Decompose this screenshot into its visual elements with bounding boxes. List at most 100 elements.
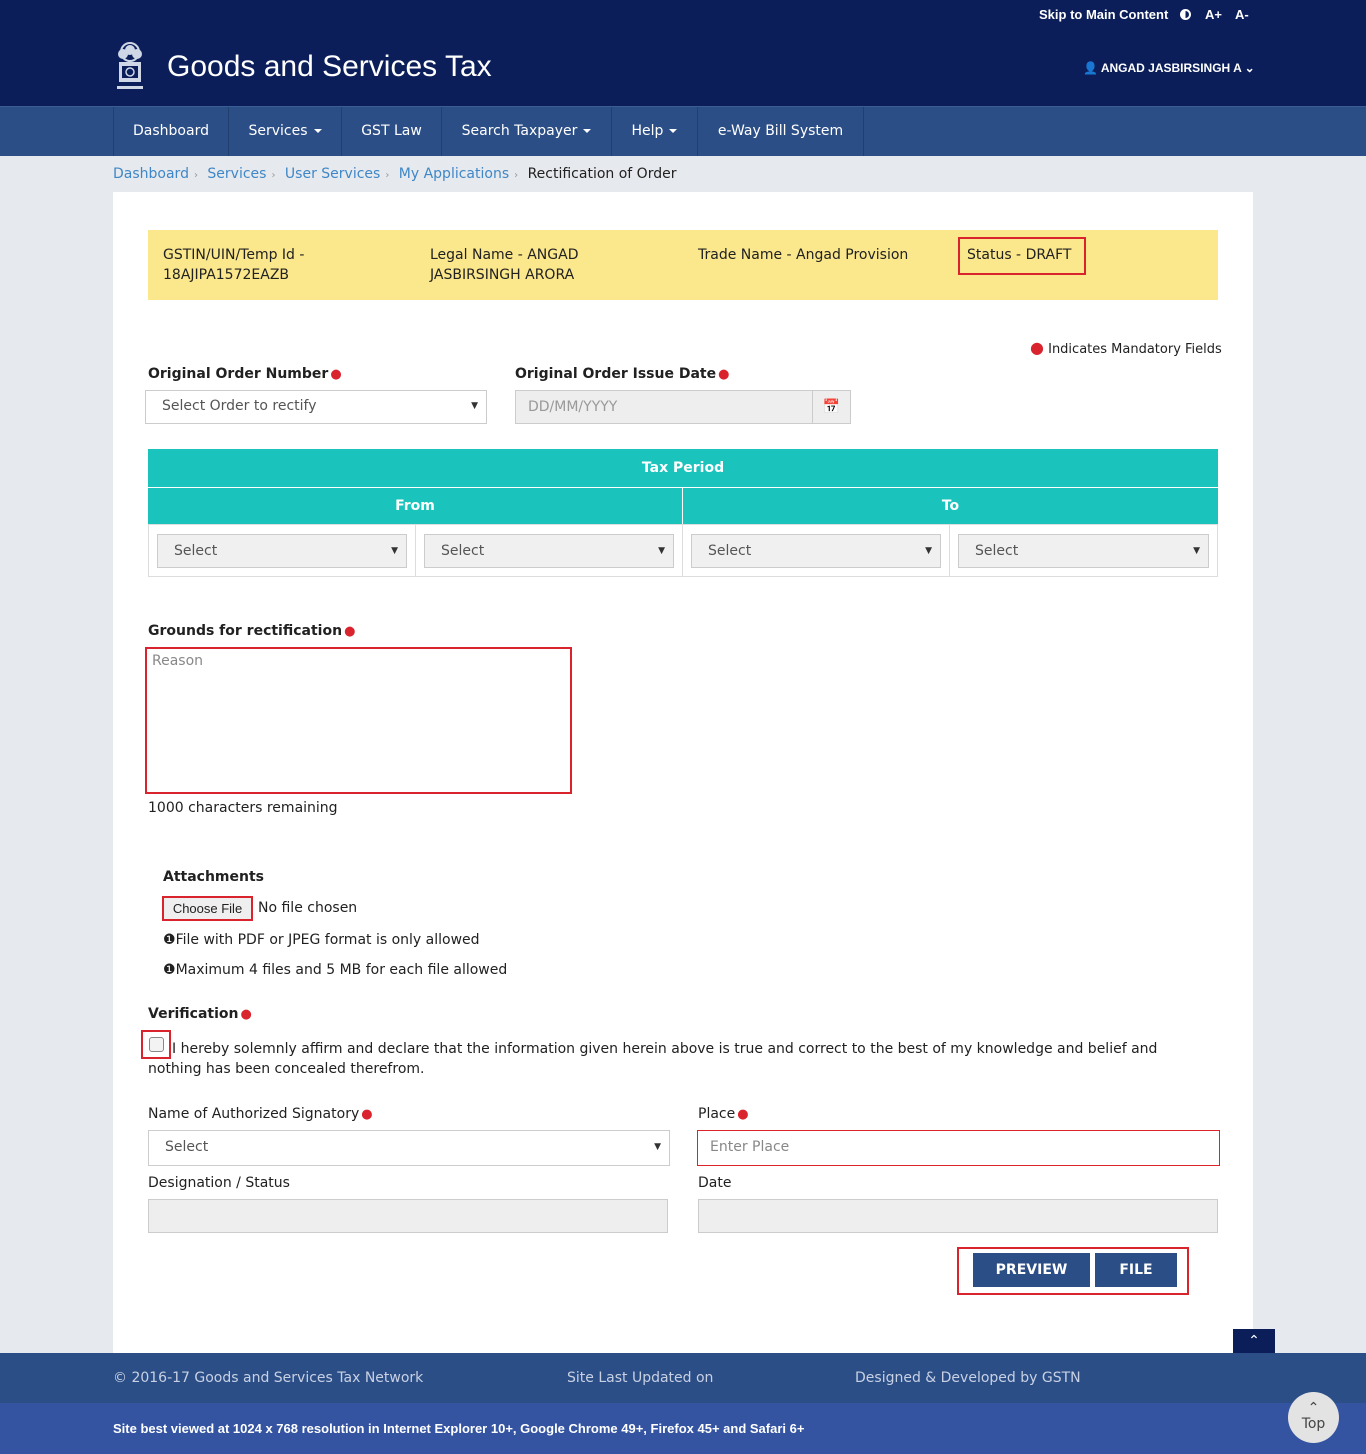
nav-dashboard[interactable]: Dashboard [113,107,229,156]
required-star-icon: ● [240,1007,252,1022]
info-icon: ❶ [163,962,176,978]
font-increase-button[interactable]: A+ [1205,7,1222,22]
tax-period-header: Tax Period [148,449,1218,487]
legal-name-label: Legal Name - ANGAD [430,247,579,263]
breadcrumb-separator-icon: › [193,170,198,181]
select-value: Select [441,543,485,559]
nav-eway-bill[interactable]: e-Way Bill System [698,107,864,156]
verification-label-text: Verification [148,1006,239,1022]
select-arrow-icon: ▼ [654,1142,661,1152]
mandatory-note: ● Indicates Mandatory Fields [1030,338,1222,357]
legal-name-value: JASBIRSINGH ARORA [430,267,575,283]
nav-label: Dashboard [133,123,209,139]
breadcrumb-separator-icon: › [271,170,276,181]
nav-label: Search Taxpayer [461,123,578,139]
footer-best-viewed: Site best viewed at 1024 x 768 resolutio… [113,1421,805,1436]
attachment-note-format-text: File with PDF or JPEG format is only all… [175,932,480,948]
select-value: Select [708,543,752,559]
font-decrease-button[interactable]: A- [1235,7,1249,22]
required-star-icon: ● [330,367,342,382]
select-arrow-icon: ▼ [925,546,932,556]
select-arrow-icon: ▼ [471,401,478,411]
tax-period-from: From [148,488,682,524]
place-label-text: Place [698,1106,736,1122]
date-label: Date [698,1175,732,1191]
preview-button[interactable]: PREVIEW [973,1253,1090,1287]
signatory-name-label-text: Name of Authorized Signatory [148,1106,360,1122]
nav-gst-law[interactable]: GST Law [342,107,442,156]
nav-label: Help [631,123,664,139]
attachment-note-size: ❶Maximum 4 files and 5 MB for each file … [163,962,507,978]
designation-label: Designation / Status [148,1175,290,1191]
nav-label: Services [248,123,308,139]
attachment-note-format: ❶File with PDF or JPEG format is only al… [163,932,480,948]
breadcrumb-my-applications[interactable]: My Applications [399,166,509,182]
nav-services[interactable]: Services [229,107,342,156]
select-arrow-icon: ▼ [658,546,665,556]
select-arrow-icon: ▼ [391,546,398,556]
main-nav: Dashboard Services GST Law Search Taxpay… [0,106,1366,156]
nav-search-taxpayer[interactable]: Search Taxpayer [442,107,612,156]
site-title[interactable]: Goods and Services Tax [167,50,492,84]
signatory-name-value: Select [165,1139,209,1155]
verification-text-line1: I hereby solemnly affirm and declare tha… [172,1041,1158,1057]
user-icon: 👤 [1083,61,1098,75]
back-to-top-button[interactable]: ⌃ Top [1288,1392,1339,1443]
verification-checkbox[interactable] [149,1037,164,1052]
file-button[interactable]: FILE [1095,1253,1177,1287]
national-emblem-icon[interactable] [113,40,147,96]
required-star-icon: ● [344,624,356,639]
chevron-down-icon: ⌄ [1244,61,1255,75]
breadcrumb-dashboard[interactable]: Dashboard [113,166,189,182]
from-year-select[interactable]: Select ▼ [424,534,674,568]
order-number-value: Select Order to rectify [162,398,317,414]
no-file-chosen: No file chosen [258,900,358,916]
designation-input[interactable] [148,1199,668,1233]
nav-help[interactable]: Help [612,107,698,156]
to-month-select[interactable]: Select ▼ [691,534,941,568]
caret-down-icon [669,129,678,133]
footer-designed-by: Designed & Developed by GSTN [855,1370,1081,1386]
select-arrow-icon: ▼ [1193,546,1200,556]
breadcrumb-user-services[interactable]: User Services [285,166,380,182]
footer-bottom: Site best viewed at 1024 x 768 resolutio… [0,1403,1366,1454]
order-number-select[interactable]: Select Order to rectify ▼ [145,390,487,424]
mandatory-dot-icon: ● [1030,338,1044,357]
order-date-label-text: Original Order Issue Date [515,366,717,382]
skip-to-main-link[interactable]: Skip to Main Content [1039,7,1168,22]
gstin-value: 18AJIPA1572EAZB [163,267,290,283]
gstin-info: GSTIN/UIN/Temp Id - 18AJIPA1572EAZB [163,245,304,285]
grounds-textarea[interactable]: Reason [145,647,572,794]
to-year-select[interactable]: Select ▼ [958,534,1209,568]
select-value: Select [975,543,1019,559]
verification-checkbox-frame[interactable] [141,1030,171,1059]
contrast-icon[interactable] [1180,9,1191,20]
signatory-name-select[interactable]: Select ▼ [148,1130,670,1166]
user-name: ANGAD JASBIRSINGH A [1100,61,1242,75]
legal-name-info: Legal Name - ANGAD JASBIRSINGH ARORA [430,245,578,285]
choose-file-button[interactable]: Choose File [162,896,253,921]
date-input[interactable] [698,1199,1218,1233]
required-star-icon: ● [718,367,730,382]
footer-copyright: © 2016-17 Goods and Services Tax Network [113,1370,424,1386]
footer-main: © 2016-17 Goods and Services Tax Network… [0,1353,1366,1403]
tax-period-to: To [683,488,1218,524]
nav-label: e-Way Bill System [717,123,844,139]
place-label: Place ● [698,1106,749,1122]
info-icon: ❶ [163,932,176,948]
scroll-top-chevron-icon[interactable]: ⌃ [1233,1329,1275,1354]
breadcrumb-services[interactable]: Services [207,166,266,182]
grounds-label-text: Grounds for rectification [148,623,343,639]
calendar-icon[interactable]: 📅 [812,390,851,424]
place-input[interactable]: Enter Place [697,1130,1220,1166]
mandatory-note-text: Indicates Mandatory Fields [1048,342,1222,357]
verification-label: Verification ● [148,1006,252,1022]
required-star-icon: ● [361,1107,373,1122]
top-label: Top [1301,1416,1326,1432]
user-menu[interactable]: 👤 ANGAD JASBIRSINGH A ⌄ [1083,61,1255,75]
order-date-input[interactable]: DD/MM/YYYY [515,390,813,424]
signatory-name-label: Name of Authorized Signatory ● [148,1106,373,1122]
cell-divider [682,525,683,576]
from-month-select[interactable]: Select ▼ [157,534,407,568]
caret-down-icon [583,129,592,133]
